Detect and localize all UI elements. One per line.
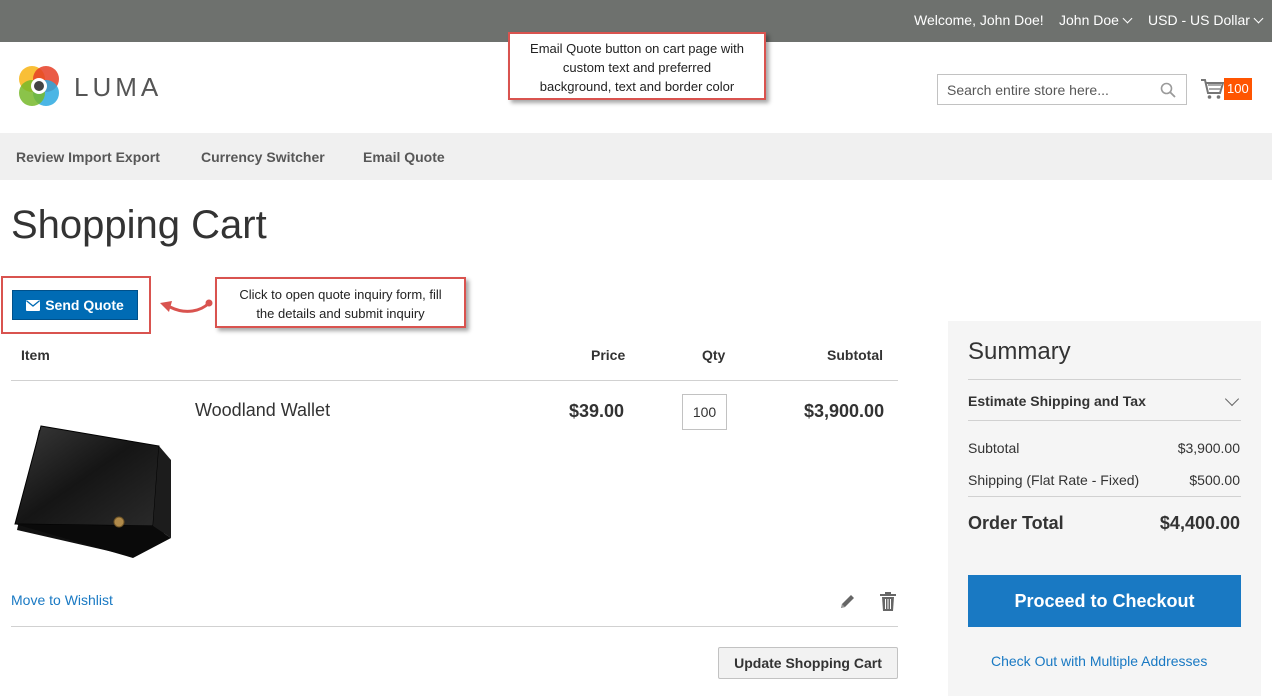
page-title: Shopping Cart: [11, 203, 267, 247]
callout-line: Email Quote button on cart page with: [530, 41, 744, 56]
callout-line: Click to open quote inquiry form, fill: [239, 287, 442, 302]
proceed-to-checkout-button[interactable]: Proceed to Checkout: [968, 575, 1241, 627]
column-header-price: Price: [591, 347, 626, 363]
subtotal-label: Subtotal: [968, 440, 1020, 456]
nav-item-email-quote[interactable]: Email Quote: [363, 149, 445, 165]
logo-text[interactable]: LUMA: [74, 72, 162, 103]
currency-switcher[interactable]: USD - US Dollar: [1148, 12, 1264, 28]
product-name[interactable]: Woodland Wallet: [195, 400, 330, 421]
send-quote-label: Send Quote: [45, 297, 124, 313]
divider: [968, 379, 1241, 380]
envelope-icon: [26, 299, 41, 311]
qty-input[interactable]: [682, 394, 727, 430]
send-quote-button[interactable]: Send Quote: [12, 290, 138, 320]
welcome-message: Welcome, John Doe!: [914, 12, 1044, 28]
nav-item-currency-switcher[interactable]: Currency Switcher: [201, 149, 325, 165]
currency-label: USD - US Dollar: [1148, 12, 1250, 28]
multiple-addresses-link[interactable]: Check Out with Multiple Addresses: [991, 653, 1207, 669]
column-header-item: Item: [21, 347, 50, 363]
update-cart-button[interactable]: Update Shopping Cart: [718, 647, 898, 679]
subtotal-value: $3,900.00: [1177, 440, 1240, 456]
divider: [11, 380, 898, 381]
account-name: John Doe: [1059, 12, 1119, 28]
divider: [968, 496, 1241, 497]
search-input[interactable]: [938, 75, 1148, 104]
account-menu[interactable]: John Doe: [1059, 12, 1133, 28]
pencil-icon[interactable]: [839, 593, 856, 610]
shipping-value: $500.00: [1189, 472, 1240, 488]
luma-logo-icon[interactable]: [16, 63, 62, 109]
chevron-down-icon[interactable]: [1224, 391, 1240, 407]
email-quote-callout: Email Quote button on cart page with cus…: [508, 32, 766, 100]
summary-title: Summary: [968, 338, 1071, 365]
chevron-down-icon: [1122, 13, 1133, 24]
row-subtotal: $3,900.00: [804, 401, 885, 421]
callout-line: custom text and preferred: [562, 60, 712, 75]
order-total-value: $4,400.00: [1159, 513, 1240, 533]
estimate-shipping-toggle[interactable]: Estimate Shipping and Tax: [968, 393, 1146, 409]
product-price: $39.00: [569, 401, 625, 421]
product-image[interactable]: [11, 420, 177, 560]
shipping-label: Shipping (Flat Rate - Fixed): [968, 472, 1140, 488]
order-total-label: Order Total: [968, 513, 1064, 533]
nav-item-review-import-export[interactable]: Review Import Export: [16, 149, 160, 165]
callout-arrow-icon: [160, 299, 213, 313]
divider: [968, 420, 1241, 421]
cart-count-badge[interactable]: 100: [1224, 78, 1252, 100]
cart-summary: Summary Estimate Shipping and Tax Subtot…: [948, 321, 1261, 696]
column-header-subtotal: Subtotal: [827, 347, 883, 363]
divider: [11, 626, 898, 627]
search-box: [937, 74, 1187, 105]
main-nav: Review Import Export Currency Switcher E…: [0, 133, 1272, 180]
search-icon[interactable]: [1160, 82, 1176, 98]
chevron-down-icon: [1253, 13, 1264, 24]
cart-icon[interactable]: [1200, 78, 1224, 100]
send-quote-callout: Click to open quote inquiry form, fill t…: [215, 277, 466, 328]
callout-line: background, text and border color: [539, 79, 735, 94]
move-to-wishlist-link[interactable]: Move to Wishlist: [11, 592, 113, 608]
column-header-qty: Qty: [702, 347, 726, 363]
trash-icon[interactable]: [879, 592, 897, 611]
callout-line: the details and submit inquiry: [256, 306, 425, 321]
